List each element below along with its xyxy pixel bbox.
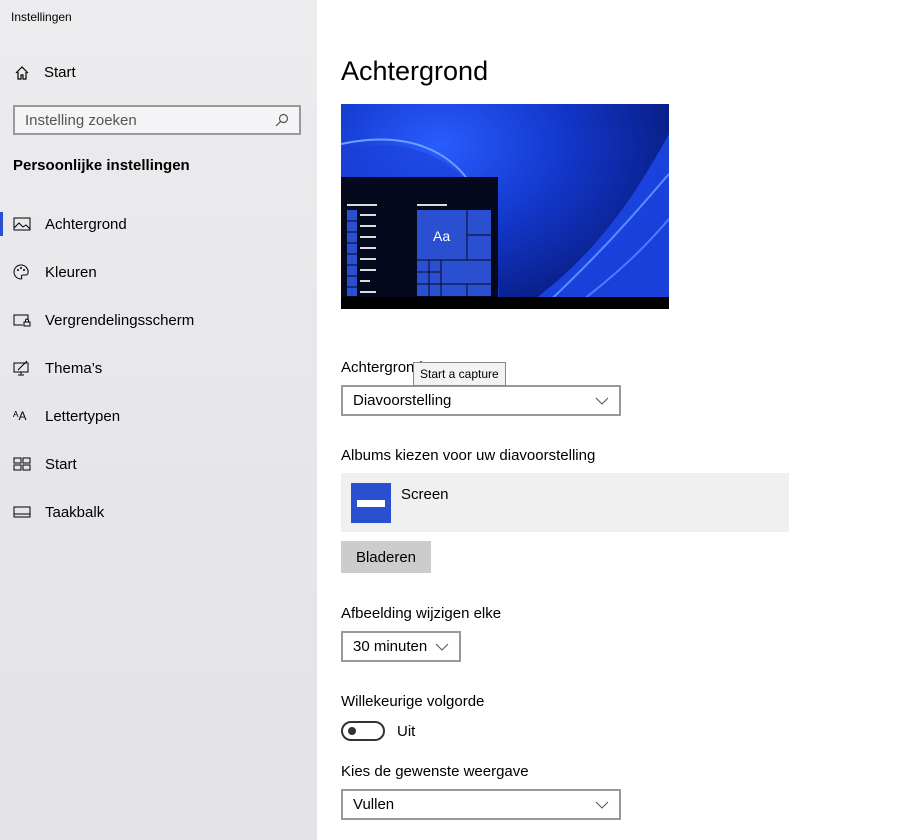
sidebar-item-kleuren[interactable]: Kleuren — [0, 248, 317, 296]
shuffle-state: Uit — [397, 723, 416, 740]
browse-button[interactable]: Bladeren — [341, 541, 431, 573]
interval-select[interactable]: 30 minuten — [341, 631, 461, 662]
albums-label: Albums kiezen voor uw diavoorstelling — [341, 447, 596, 464]
sidebar-item-label: Lettertypen — [45, 407, 121, 425]
font-icon: ᴬA — [13, 409, 27, 423]
shuffle-toggle[interactable] — [341, 721, 385, 741]
sidebar-item-label: Thema’s — [45, 359, 103, 377]
chevron-down-icon — [595, 796, 609, 813]
fit-value: Vullen — [353, 796, 395, 813]
background-label: Achtergrond — [341, 359, 423, 376]
interval-value: 30 minuten — [353, 638, 428, 655]
interval-label: Afbeelding wijzigen elke — [341, 605, 502, 622]
sidebar-item-taakbalk[interactable]: Taakbalk — [0, 488, 317, 536]
chevron-down-icon — [435, 638, 449, 655]
page-title: Achtergrond — [341, 56, 489, 86]
preview-sample-text: Aa — [433, 228, 451, 244]
sidebar-item-label: Achtergrond — [45, 215, 127, 233]
home-label: Start — [44, 64, 76, 81]
sidebar: Instellingen Start Instelling zoeken Per… — [0, 0, 317, 840]
palette-icon — [13, 264, 45, 280]
sidebar-item-themas[interactable]: Thema’s — [0, 344, 317, 392]
sidebar-item-label: Vergrendelingsscherm — [45, 311, 195, 329]
sidebar-item-achtergrond[interactable]: Achtergrond — [0, 200, 317, 248]
wallpaper-image — [341, 134, 669, 309]
search-icon — [275, 113, 289, 127]
section-heading: Persoonlijke instellingen — [13, 157, 190, 174]
theme-icon — [13, 360, 45, 376]
home-icon — [15, 65, 29, 80]
sidebar-item-label: Start — [45, 455, 77, 473]
lock-screen-icon — [13, 313, 45, 327]
home-button[interactable]: Start — [14, 64, 76, 81]
sidebar-item-label: Kleuren — [45, 263, 97, 281]
album-icon — [351, 483, 391, 523]
background-select[interactable]: Diavoorstelling — [341, 385, 621, 416]
shuffle-label: Willekeurige volgorde — [341, 693, 485, 710]
search-input[interactable]: Instelling zoeken — [13, 105, 301, 135]
background-preview: Aa — [341, 104, 669, 309]
taskbar-icon — [13, 506, 45, 518]
chevron-down-icon — [595, 392, 609, 409]
background-value: Diavoorstelling — [353, 392, 452, 409]
sidebar-item-label: Taakbalk — [45, 503, 105, 521]
nav-list: Achtergrond Kleuren Vergrendelingsscherm… — [0, 200, 317, 536]
picture-icon — [13, 217, 45, 231]
search-placeholder: Instelling zoeken — [25, 111, 137, 129]
album-name: Screen — [401, 486, 449, 503]
fit-label: Kies de gewenste weergave — [341, 763, 529, 780]
sidebar-item-start[interactable]: Start — [0, 440, 317, 488]
tooltip: Start a capture — [413, 362, 506, 386]
app-title: Instellingen — [11, 10, 72, 24]
fit-select[interactable]: Vullen — [341, 789, 621, 820]
sidebar-item-lettertypen[interactable]: ᴬA Lettertypen — [0, 392, 317, 440]
album-item[interactable]: Screen — [341, 473, 789, 532]
start-icon — [13, 457, 45, 471]
sidebar-item-vergrendelingsscherm[interactable]: Vergrendelingsscherm — [0, 296, 317, 344]
